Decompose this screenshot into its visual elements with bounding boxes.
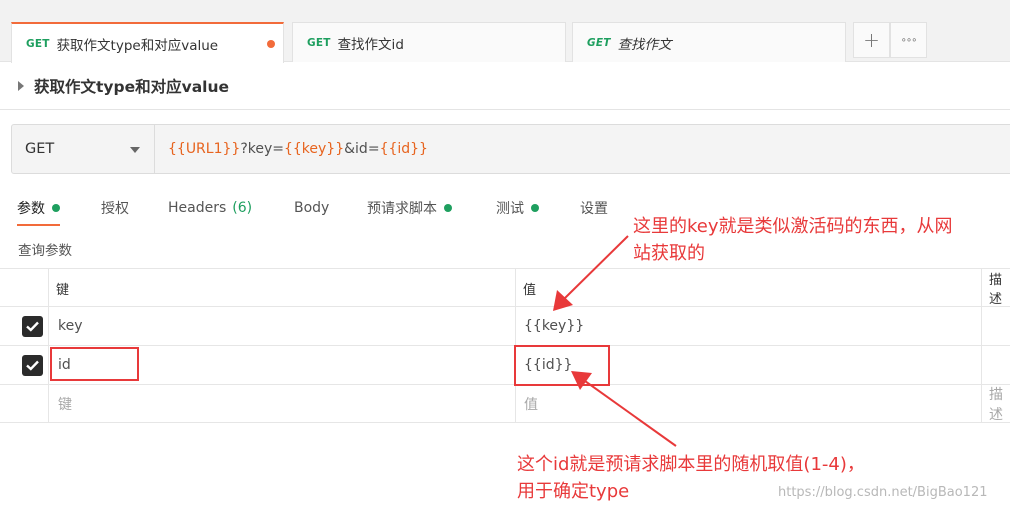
check-icon bbox=[26, 321, 39, 332]
unsaved-dot-icon bbox=[267, 40, 275, 48]
new-value-input[interactable]: 值 bbox=[516, 385, 538, 423]
table-row: key {{key}} bbox=[0, 306, 1010, 345]
tab-tests-label: 测试 bbox=[496, 201, 524, 217]
chevron-down-icon bbox=[130, 147, 140, 153]
column-divider bbox=[48, 268, 49, 423]
tab-bar: GET 获取作文type和对应value GET 查找作文id GET 查找作文… bbox=[0, 0, 1010, 63]
query-params-label: 查询参数 bbox=[18, 243, 72, 259]
headers-count: (6) bbox=[232, 200, 253, 216]
new-key-input[interactable]: 键 bbox=[50, 385, 72, 423]
checkbox-id[interactable] bbox=[22, 355, 43, 376]
table-row: id {{id}} bbox=[0, 345, 1010, 384]
highlight-box-id-value bbox=[514, 345, 610, 386]
caret-right-icon bbox=[18, 81, 24, 91]
annotation-line: 这个id就是预请求脚本里的随机取值(1-4)， bbox=[517, 454, 865, 475]
table-header-row: 键 值 描述 bbox=[0, 268, 1010, 307]
status-dot-icon bbox=[52, 204, 60, 212]
tab-auth-label: 授权 bbox=[101, 201, 129, 217]
tab-method: GET bbox=[307, 36, 331, 49]
column-header-description: 描述 bbox=[989, 273, 1003, 307]
url-variable: {{id}} bbox=[379, 141, 428, 157]
tab-body-label: Body bbox=[294, 200, 330, 216]
method-select-value: GET bbox=[25, 141, 55, 157]
column-divider bbox=[981, 268, 982, 423]
highlight-box-id-key bbox=[50, 347, 139, 381]
tab-name: 查找作文id bbox=[337, 36, 404, 53]
tab-settings[interactable]: 设置 bbox=[580, 194, 608, 222]
column-header-value: 值 bbox=[523, 282, 537, 298]
tab-get-type-value[interactable]: GET 获取作文type和对应value bbox=[11, 22, 284, 63]
more-tabs-button[interactable]: ∘∘∘ bbox=[890, 22, 927, 58]
method-select[interactable]: GET bbox=[11, 124, 155, 174]
tab-body[interactable]: Body bbox=[294, 194, 329, 222]
tab-method: GET bbox=[587, 36, 611, 49]
url-text: ?key= bbox=[240, 141, 284, 157]
url-text: &id= bbox=[344, 141, 380, 157]
table-row-new: 键 值 描述 bbox=[0, 384, 1010, 423]
more-icon: ∘∘∘ bbox=[900, 34, 918, 46]
tab-find-essay[interactable]: GET 查找作文 bbox=[572, 22, 846, 62]
tab-params-label: 参数 bbox=[17, 201, 45, 217]
tab-name: 获取作文type和对应value bbox=[56, 37, 219, 54]
tab-settings-label: 设置 bbox=[580, 201, 608, 217]
request-title[interactable]: 获取作文type和对应value bbox=[18, 74, 229, 98]
annotation-line: 这里的key就是类似激活码的东西，从网 bbox=[633, 216, 953, 237]
new-description-input[interactable]: 描述 bbox=[981, 385, 1010, 423]
tab-method: GET bbox=[26, 37, 50, 50]
new-tab-button[interactable]: + bbox=[853, 22, 890, 58]
url-input[interactable]: {{URL1}} ?key= {{key}} &id= {{id}} bbox=[154, 124, 1010, 174]
column-header-key: 键 bbox=[56, 282, 70, 298]
tab-name: 查找作文 bbox=[617, 36, 672, 53]
tab-auth[interactable]: 授权 bbox=[101, 194, 129, 222]
check-icon bbox=[26, 360, 39, 371]
tab-headers[interactable]: Headers (6) bbox=[168, 194, 252, 222]
param-key-input[interactable]: key bbox=[50, 307, 83, 345]
url-variable: {{URL1}} bbox=[168, 141, 241, 157]
divider bbox=[0, 109, 1010, 110]
tab-tests[interactable]: 测试 bbox=[496, 194, 539, 222]
tab-params[interactable]: 参数 bbox=[17, 194, 60, 226]
param-value-input[interactable]: {{key}} bbox=[516, 307, 584, 345]
url-variable: {{key}} bbox=[283, 141, 345, 157]
tab-find-id[interactable]: GET 查找作文id bbox=[292, 22, 566, 62]
annotation-note-key: 这里的key就是类似激活码的东西，从网 站获取的 bbox=[633, 213, 953, 267]
annotation-line: 站获取的 bbox=[633, 243, 705, 264]
tab-prerequest-script[interactable]: 预请求脚本 bbox=[367, 194, 452, 222]
tab-prerequest-label: 预请求脚本 bbox=[367, 201, 437, 217]
request-title-text: 获取作文type和对应value bbox=[34, 78, 230, 96]
checkbox-key[interactable] bbox=[22, 316, 43, 337]
status-dot-icon bbox=[531, 204, 539, 212]
status-dot-icon bbox=[444, 204, 452, 212]
watermark: https://blog.csdn.net/BigBao121 bbox=[778, 485, 988, 500]
plus-icon: + bbox=[863, 28, 880, 52]
tab-headers-label: Headers bbox=[168, 200, 227, 216]
